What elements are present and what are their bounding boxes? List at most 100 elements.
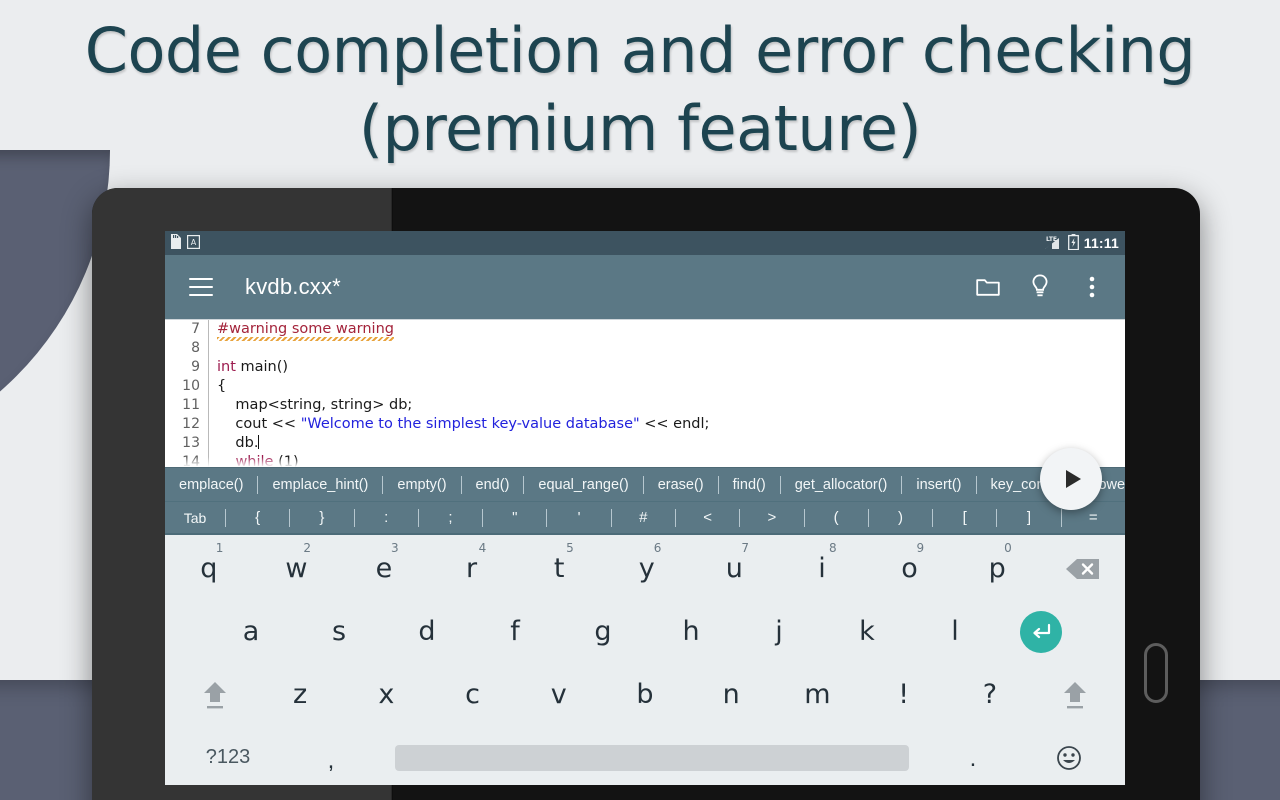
key-s[interactable]: s bbox=[295, 600, 383, 663]
key-y[interactable]: 6y bbox=[603, 537, 691, 600]
symbol-key[interactable]: ) bbox=[869, 509, 932, 526]
code-line: 7 #warning some warning bbox=[165, 320, 1125, 341]
symbol-key[interactable]: : bbox=[355, 509, 418, 526]
completion-item[interactable]: end() bbox=[462, 477, 524, 493]
code-line: 9 int main() bbox=[165, 358, 1125, 377]
key-j[interactable]: j bbox=[735, 600, 823, 663]
shift-icon-left[interactable] bbox=[173, 678, 257, 712]
completion-item[interactable]: empty() bbox=[383, 477, 460, 493]
key-l[interactable]: l bbox=[911, 600, 999, 663]
lightbulb-icon[interactable] bbox=[1027, 274, 1053, 300]
completion-item[interactable]: insert() bbox=[902, 477, 975, 493]
key-label: z bbox=[293, 679, 308, 710]
symbol-key[interactable]: { bbox=[226, 509, 289, 526]
symbol-key[interactable]: ; bbox=[419, 509, 482, 526]
key-v[interactable]: v bbox=[516, 663, 602, 726]
key-e[interactable]: 3e bbox=[340, 537, 428, 600]
symbol-key[interactable]: < bbox=[676, 509, 739, 526]
key-label: g bbox=[594, 616, 612, 647]
key-p[interactable]: 0p bbox=[953, 537, 1041, 600]
key-q[interactable]: 1q bbox=[165, 537, 253, 600]
line-number: 13 bbox=[165, 434, 209, 453]
key-f[interactable]: f bbox=[471, 600, 559, 663]
key-label: ? bbox=[982, 679, 998, 710]
key-h[interactable]: h bbox=[647, 600, 735, 663]
symbol-key[interactable]: ( bbox=[805, 509, 868, 526]
code-completion-bar[interactable]: emplace() emplace_hint() empty() end() equal… bbox=[165, 467, 1125, 501]
key-n[interactable]: n bbox=[688, 663, 774, 726]
completion-item[interactable]: equal_range() bbox=[524, 477, 642, 493]
key-label: u bbox=[725, 553, 743, 584]
completion-item[interactable]: erase() bbox=[644, 477, 718, 493]
key-![interactable]: ! bbox=[861, 663, 947, 726]
code-token: "Welcome to the simplest key-value datab… bbox=[300, 416, 640, 432]
code-token: { bbox=[217, 378, 227, 394]
key-d[interactable]: d bbox=[383, 600, 471, 663]
code-line-text: db. bbox=[209, 434, 260, 453]
symbol-key[interactable]: [ bbox=[933, 509, 996, 526]
symbol-key[interactable]: Tab bbox=[165, 510, 225, 526]
key-z[interactable]: z bbox=[257, 663, 343, 726]
key-u[interactable]: 7u bbox=[691, 537, 779, 600]
line-number: 10 bbox=[165, 377, 209, 396]
overflow-menu-icon[interactable] bbox=[1079, 274, 1105, 300]
code-token: #warning some warning bbox=[217, 321, 394, 341]
folder-icon[interactable] bbox=[975, 274, 1001, 300]
status-clock: 11:11 bbox=[1083, 235, 1119, 251]
code-line: 12 cout << "Welcome to the simplest key-… bbox=[165, 415, 1125, 434]
key-m[interactable]: m bbox=[774, 663, 860, 726]
key-w[interactable]: 2w bbox=[253, 537, 341, 600]
comma-key[interactable]: , bbox=[283, 741, 379, 775]
shift-icon-right[interactable] bbox=[1033, 678, 1117, 712]
symbol-key[interactable]: = bbox=[1062, 509, 1125, 526]
completion-item[interactable]: find() bbox=[719, 477, 780, 493]
code-line: 11 map<string, string> db; bbox=[165, 396, 1125, 415]
key-k[interactable]: k bbox=[823, 600, 911, 663]
key-r[interactable]: 4r bbox=[428, 537, 516, 600]
line-number: 12 bbox=[165, 415, 209, 434]
key-label: ! bbox=[898, 679, 910, 710]
keyboard-row-1: 1q2w3e4r5t6y7u8i9o0p bbox=[165, 537, 1125, 600]
symbol-key[interactable]: " bbox=[483, 509, 546, 526]
code-token: int bbox=[217, 359, 236, 375]
code-editor[interactable]: 7 #warning some warning 8 9 int main() 10{11 … bbox=[165, 319, 1125, 467]
space-key[interactable] bbox=[395, 744, 909, 771]
key-b[interactable]: b bbox=[602, 663, 688, 726]
period-key[interactable]: . bbox=[925, 743, 1021, 773]
completion-item[interactable]: get_allocator() bbox=[781, 477, 902, 493]
symbol-key[interactable]: ] bbox=[997, 509, 1060, 526]
key-c[interactable]: c bbox=[429, 663, 515, 726]
symbol-key[interactable]: > bbox=[740, 509, 803, 526]
key-g[interactable]: g bbox=[559, 600, 647, 663]
play-triangle-icon bbox=[1065, 470, 1081, 488]
tablet-screen: A LTE 11:11 kvdb.cxx* 7 #warning some wa… bbox=[165, 231, 1125, 785]
key-x[interactable]: x bbox=[343, 663, 429, 726]
key-t[interactable]: 5t bbox=[515, 537, 603, 600]
line-number: 7 bbox=[165, 320, 209, 339]
symbol-key[interactable]: # bbox=[612, 509, 675, 526]
backspace-icon[interactable] bbox=[1041, 556, 1125, 582]
run-play-button[interactable] bbox=[1040, 448, 1102, 510]
key-number-hint: 9 bbox=[916, 541, 925, 555]
key-o[interactable]: 9o bbox=[866, 537, 954, 600]
symbol-key[interactable]: } bbox=[290, 509, 353, 526]
emoji-icon[interactable] bbox=[1021, 745, 1117, 771]
enter-icon[interactable] bbox=[999, 610, 1083, 653]
promo-screenshot: Code completion and error checking (prem… bbox=[0, 0, 1280, 800]
key-i[interactable]: 8i bbox=[778, 537, 866, 600]
key-?[interactable]: ? bbox=[947, 663, 1033, 726]
completion-item[interactable]: emplace() bbox=[165, 477, 257, 493]
on-screen-keyboard[interactable]: 1q2w3e4r5t6y7u8i9o0p asdf g hjkl z x c v b n m!?… bbox=[165, 535, 1125, 785]
key-a[interactable]: a bbox=[207, 600, 295, 663]
key-number-hint: 8 bbox=[828, 541, 837, 555]
app-toolbar: kvdb.cxx* bbox=[165, 255, 1125, 319]
completion-item[interactable]: emplace_hint() bbox=[258, 477, 382, 493]
battery-charging-icon bbox=[1067, 233, 1079, 253]
code-line: 13 db. bbox=[165, 434, 1125, 453]
symbol-key[interactable]: ' bbox=[547, 509, 610, 526]
symbols-toggle-key[interactable]: ?123 bbox=[173, 746, 283, 769]
symbol-shortcut-bar[interactable]: Tab{}:; " ' # < >()[] = bbox=[165, 501, 1125, 535]
text-caret bbox=[258, 435, 260, 449]
hamburger-menu-icon[interactable] bbox=[189, 278, 213, 296]
code-line-text: int main() bbox=[209, 358, 288, 377]
